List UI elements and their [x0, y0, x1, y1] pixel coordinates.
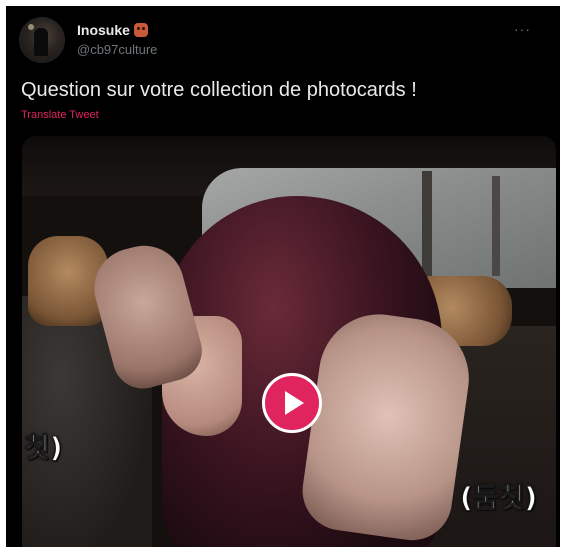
- author-avatar[interactable]: [19, 17, 65, 63]
- play-icon: [285, 391, 304, 415]
- author-handle[interactable]: @cb97culture: [77, 41, 157, 58]
- video-frame: 칫) (둠칫): [22, 136, 556, 547]
- tweet-header: Inosuke @cb97culture ···: [19, 17, 539, 63]
- avatar-figure: [34, 28, 48, 56]
- tweet-text: Question sur votre collection de photoca…: [21, 79, 417, 101]
- tweet-video[interactable]: 칫) (둠칫): [22, 136, 556, 547]
- play-button[interactable]: [262, 373, 322, 433]
- tree-trunk: [422, 171, 432, 281]
- more-options-icon[interactable]: ···: [514, 21, 531, 37]
- author-display-name[interactable]: Inosuke: [77, 21, 157, 39]
- tree-trunk: [492, 176, 500, 276]
- boar-emoji-icon: [133, 23, 148, 37]
- video-caption-right: (둠칫): [459, 481, 538, 515]
- video-caption-left: 칫): [24, 431, 64, 465]
- display-name-text[interactable]: Inosuke: [77, 21, 130, 39]
- translate-tweet-link[interactable]: Translate Tweet: [21, 109, 99, 121]
- avatar-light: [28, 24, 34, 30]
- tweet-card: Inosuke @cb97culture ··· Question sur vo…: [6, 6, 560, 547]
- author-names: Inosuke @cb97culture: [77, 21, 157, 58]
